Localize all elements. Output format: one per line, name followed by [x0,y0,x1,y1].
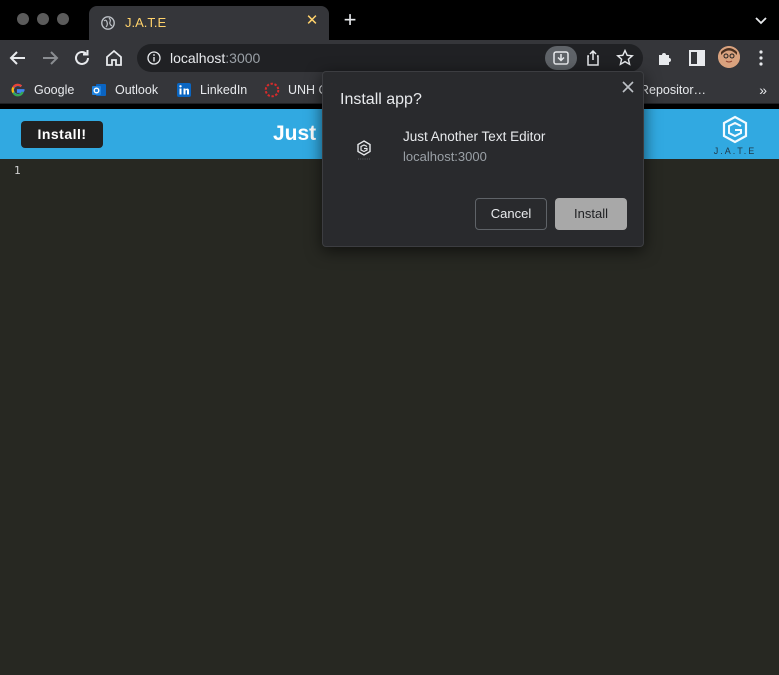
install-button[interactable]: Install! [21,121,103,148]
share-icon[interactable] [583,48,603,68]
app-origin: localhost:3000 [403,149,487,164]
outlook-icon [92,84,106,96]
google-icon [11,83,25,97]
url-host: localhost [170,50,226,66]
reload-icon[interactable] [71,47,93,69]
confirm-install-button[interactable]: Install [555,198,627,230]
app-icon [357,140,371,160]
line-number: 1 [14,164,21,177]
profile-avatar[interactable] [718,46,740,68]
app-name: Just Another Text Editor [403,129,546,144]
tab-title: J.A.T.E [125,15,167,30]
info-icon[interactable] [147,51,161,65]
globe-icon [101,16,115,30]
forward-arrow-icon[interactable] [39,47,61,69]
bookmark-outlook[interactable]: Outlook [91,82,158,98]
extensions-puzzle-icon[interactable] [654,47,676,69]
app-title: Just [273,122,317,145]
dialog-title: Install app? [340,91,422,108]
close-icon[interactable] [621,80,635,94]
jate-logo-icon [722,115,748,144]
linkedin-icon [177,83,191,97]
tab-jate[interactable]: J.A.T.E ✕ [89,6,329,40]
address-bar[interactable]: localhost:3000 [137,44,643,72]
logo-text: J.A.T.E [713,146,757,156]
url-port: :3000 [225,50,261,66]
back-arrow-icon[interactable] [7,47,29,69]
tab-strip: J.A.T.E ✕ + [0,0,779,40]
bookmark-label: Repositor… [640,83,706,97]
cancel-button[interactable]: Cancel [475,198,547,230]
side-panel-icon[interactable] [686,47,708,69]
bookmark-linkedin[interactable]: LinkedIn [176,82,247,98]
bookmark-unh[interactable]: UNH C [264,82,328,98]
install-app-dialog: Install app? Just Another Text Editor lo… [322,71,644,247]
profile-avatar-icon [718,46,740,68]
install-app-icon [553,51,569,65]
unh-icon [264,82,280,98]
install-app-button[interactable] [545,46,577,70]
zoom-window-button[interactable] [57,13,69,25]
bookmarks-overflow-button[interactable]: » [759,82,767,98]
new-tab-button[interactable]: + [340,9,360,31]
bookmark-label: LinkedIn [200,83,248,97]
bookmark-label: Outlook [115,83,159,97]
more-menu-icon[interactable] [750,47,772,69]
tab-close-icon[interactable]: ✕ [304,13,320,29]
bookmark-google[interactable]: Google [10,82,74,98]
url-text[interactable]: localhost:3000 [170,50,260,66]
bookmark-label: Google [34,83,75,97]
close-window-button[interactable] [17,13,29,25]
home-icon[interactable] [103,47,125,69]
chevron-down-icon[interactable] [753,12,769,28]
minimize-window-button[interactable] [37,13,49,25]
bookmark-star-icon[interactable] [615,48,635,68]
jate-logo: J.A.T.E [712,115,758,157]
